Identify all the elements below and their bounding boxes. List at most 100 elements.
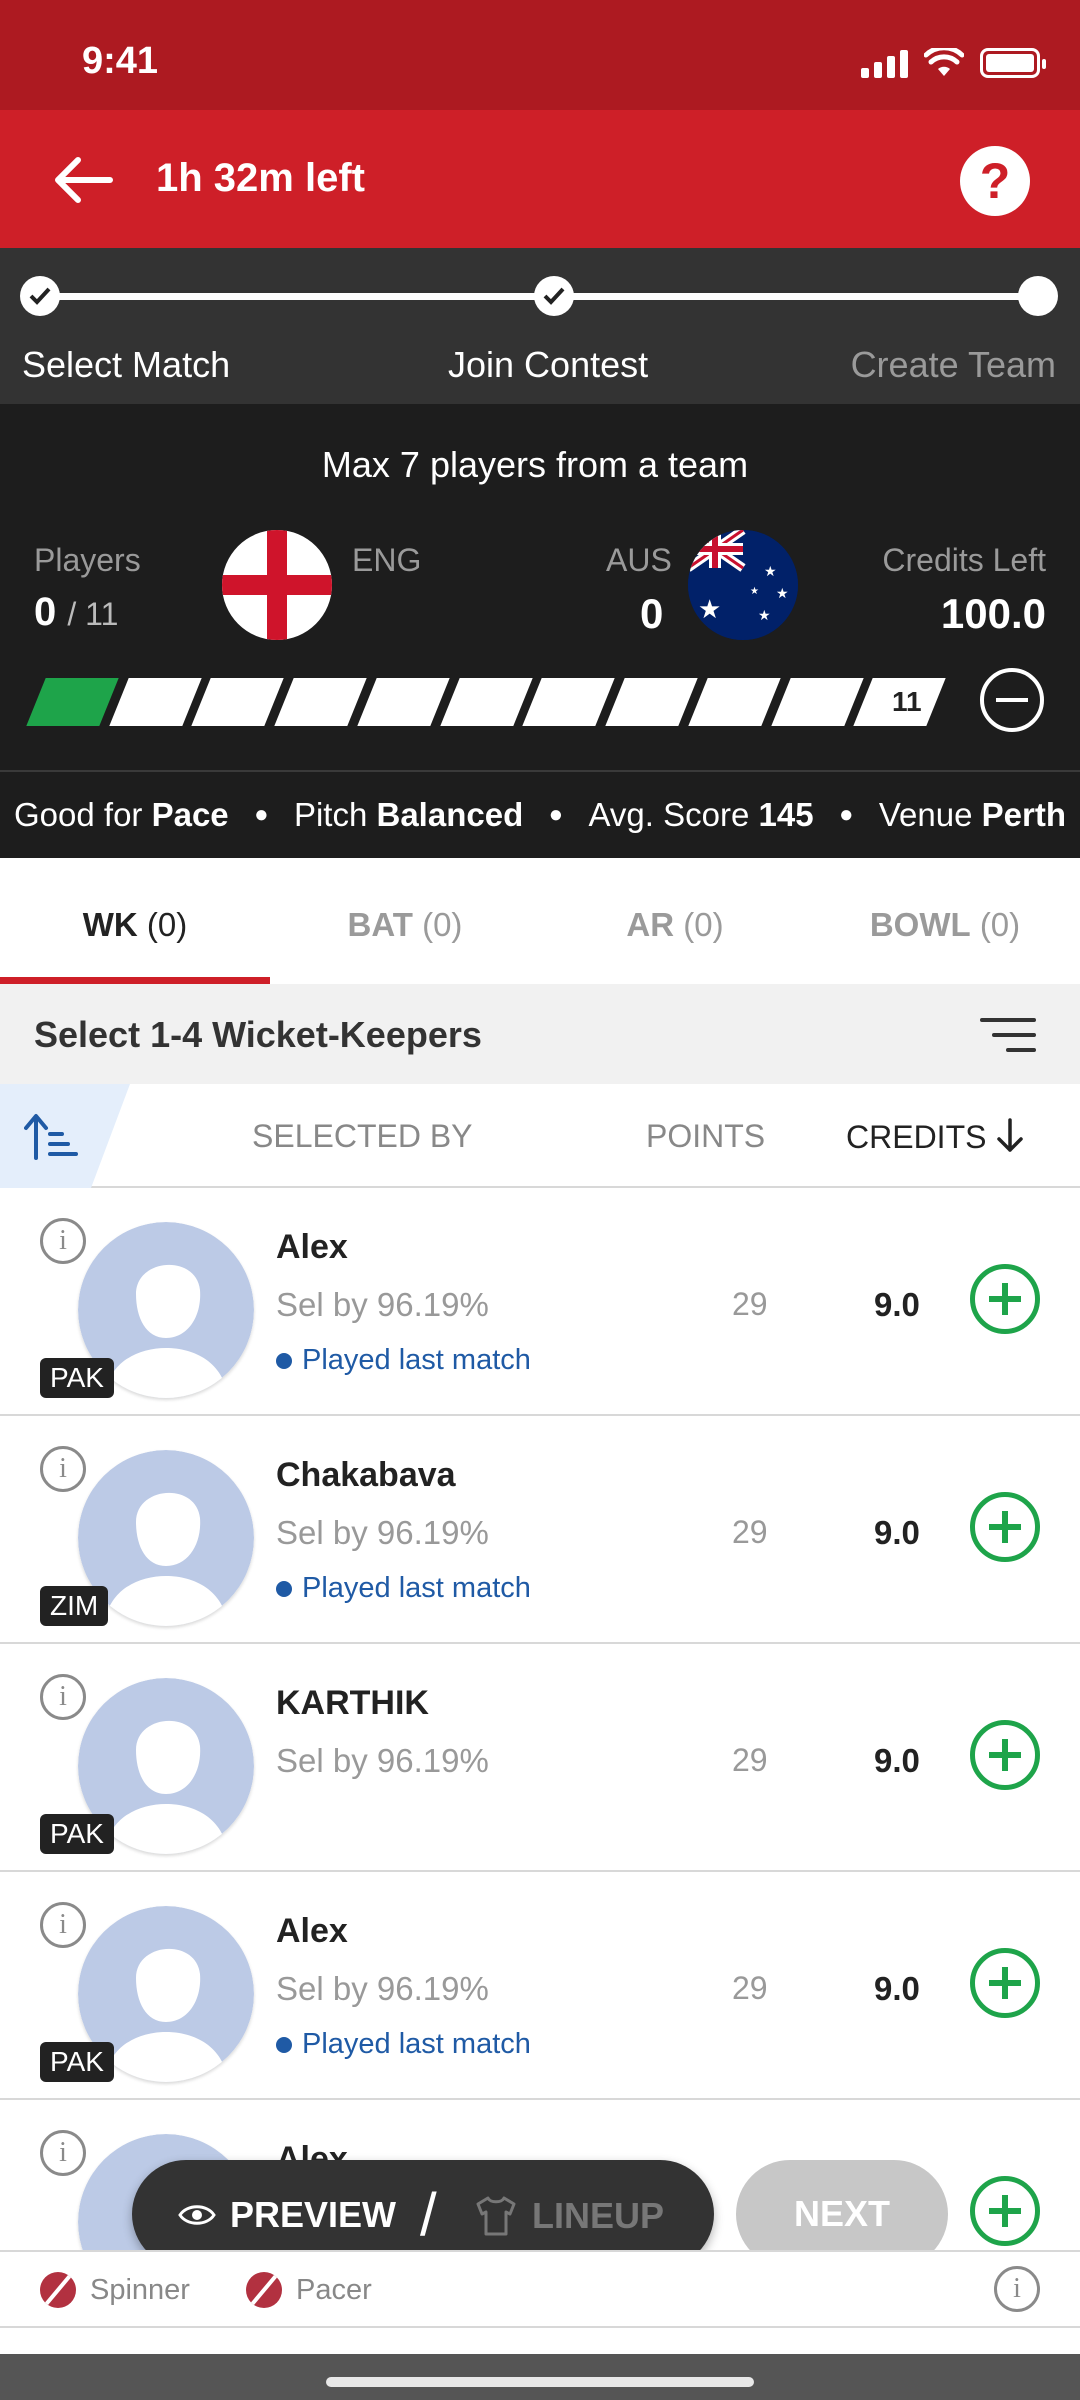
pitch-info-strip: Good for Pace ● Pitch Balanced ● Avg. Sc… xyxy=(0,770,1080,858)
played-last-match: Played last match xyxy=(276,2028,531,2061)
add-player-button[interactable] xyxy=(970,1264,1040,1334)
player-credits: 9.0 xyxy=(874,1514,920,1551)
tab-label: BOWL xyxy=(869,906,971,943)
back-arrow-icon[interactable] xyxy=(48,150,118,210)
tab-label: BAT xyxy=(347,906,413,943)
player-slot xyxy=(770,678,864,726)
step-join-contest[interactable]: Join Contest xyxy=(448,344,648,386)
step-select-match[interactable]: Select Match xyxy=(22,344,230,386)
player-slot xyxy=(109,678,202,726)
venue-info: Venue Perth xyxy=(879,796,1066,834)
player-slot xyxy=(191,678,284,726)
column-credits[interactable]: CREDITS xyxy=(846,1118,1025,1156)
pacer-ball-icon xyxy=(246,2272,282,2308)
eye-icon xyxy=(178,2205,216,2225)
tab-ar[interactable]: AR (0) xyxy=(540,858,810,984)
player-slot xyxy=(688,678,781,726)
selected-by-percent: Sel by 96.19% xyxy=(276,1514,489,1551)
battery-icon xyxy=(980,48,1046,78)
progress-steps: Select Match Join Contest Create Team xyxy=(0,248,1080,404)
player-name: Alex xyxy=(276,1912,348,1950)
players-label: Players xyxy=(34,542,141,578)
selected-by-percent: Sel by 96.19% xyxy=(276,1970,489,2007)
legend-pacer: Pacer xyxy=(246,2272,372,2308)
help-button[interactable]: ? xyxy=(960,146,1030,216)
player-row[interactable]: i PAK Alex Sel by 96.19% Played last mat… xyxy=(0,1188,1080,1416)
svg-text:★: ★ xyxy=(776,586,789,602)
player-slot xyxy=(26,678,119,726)
tab-count: (0) xyxy=(979,906,1021,943)
arrow-down-icon xyxy=(997,1118,1024,1152)
tab-bat[interactable]: BAT (0) xyxy=(270,858,540,984)
player-name: Alex xyxy=(276,1228,348,1266)
status-icons xyxy=(861,48,1046,78)
tab-label: WK xyxy=(82,906,138,943)
separator-dot: ● xyxy=(838,801,854,828)
separator-dot: ● xyxy=(254,801,269,828)
svg-text:★: ★ xyxy=(764,564,777,580)
add-player-button[interactable] xyxy=(970,1492,1040,1562)
players-count-value: 0 xyxy=(34,590,57,634)
clear-team-minus-button[interactable] xyxy=(980,668,1044,732)
player-name: KARTHIK xyxy=(276,1684,429,1722)
tab-bowl[interactable]: BOWL (0) xyxy=(810,858,1080,984)
lineup-label: LINEUP xyxy=(532,2195,665,2236)
column-points[interactable]: POINTS xyxy=(646,1118,765,1155)
player-points: 29 xyxy=(732,1286,768,1322)
good-for-value: Pace xyxy=(151,796,229,833)
sort-ascending-icon xyxy=(24,1114,78,1160)
add-player-button[interactable] xyxy=(970,2176,1040,2246)
tab-wk[interactable]: WK (0) xyxy=(0,858,270,984)
time-left-title: 1h 32m left xyxy=(156,156,365,200)
team-tag: PAK xyxy=(40,1358,114,1398)
player-credits: 9.0 xyxy=(874,1742,920,1779)
legend-info-icon[interactable]: i xyxy=(994,2266,1040,2312)
preview-label: PREVIEW xyxy=(230,2194,397,2235)
player-row[interactable]: i PAK KARTHIK Sel by 96.19% 29 9.0 xyxy=(0,1644,1080,1872)
venue-value: Perth xyxy=(981,796,1066,833)
add-player-button[interactable] xyxy=(970,1948,1040,2018)
selection-bar: Select 1-4 Wicket-Keepers xyxy=(0,984,1080,1084)
status-time: 9:41 xyxy=(82,40,159,82)
avg-score-value: 145 xyxy=(758,796,814,833)
player-slot xyxy=(439,678,533,726)
played-last-match: Played last match xyxy=(276,1344,531,1377)
tab-label: AR xyxy=(626,906,675,943)
avg-score-label: Avg. Score xyxy=(588,796,750,833)
add-player-button[interactable] xyxy=(970,1720,1040,1790)
team-tag: PAK xyxy=(40,2042,114,2082)
selection-hint: Select 1-4 Wicket-Keepers xyxy=(34,1014,482,1055)
player-points: 29 xyxy=(732,1742,768,1778)
australia-flag-icon: ★ ★ ★ ★ ★ xyxy=(688,530,798,640)
team2-label: AUS xyxy=(606,542,672,578)
england-flag-icon xyxy=(222,530,332,640)
player-row[interactable]: i PAK Alex Sel by 96.19% Played last mat… xyxy=(0,1872,1080,2100)
slot-number: 11 xyxy=(892,686,923,717)
player-slot xyxy=(605,678,698,726)
lineup-button[interactable]: LINEUP xyxy=(474,2194,664,2238)
sort-toggle[interactable] xyxy=(0,1084,130,1188)
column-credits-label: CREDITS xyxy=(846,1119,987,1155)
player-credits: 9.0 xyxy=(874,1970,920,2007)
credits-left-label: Credits Left xyxy=(882,542,1046,578)
jersey-icon xyxy=(476,2196,516,2236)
player-slot xyxy=(274,678,367,726)
bowler-type-legend: Spinner Pacer i xyxy=(0,2250,1080,2322)
selected-by-percent: Sel by 96.19% xyxy=(276,1742,489,1779)
preview-button[interactable]: PREVIEW xyxy=(178,2194,396,2236)
players-total: / 11 xyxy=(67,596,119,632)
svg-text:★: ★ xyxy=(750,586,759,597)
svg-text:★: ★ xyxy=(698,595,721,625)
good-for-info: Good for Pace xyxy=(14,796,229,834)
pitch-type-info: Pitch Balanced xyxy=(294,796,523,834)
step-create-team: Create Team xyxy=(850,344,1056,385)
player-points: 29 xyxy=(732,1970,768,2006)
filter-icon[interactable] xyxy=(980,1018,1036,1054)
column-selected-by[interactable]: SELECTED BY xyxy=(252,1118,473,1155)
player-slot: 11 xyxy=(853,678,946,726)
player-slots-bar: 11 xyxy=(26,678,946,726)
pitch-label: Pitch xyxy=(293,796,368,833)
cellular-signal-icon xyxy=(861,48,908,78)
player-row[interactable]: i ZIM Chakabava Sel by 96.19% Played las… xyxy=(0,1416,1080,1644)
separator-dot: ● xyxy=(548,801,564,828)
